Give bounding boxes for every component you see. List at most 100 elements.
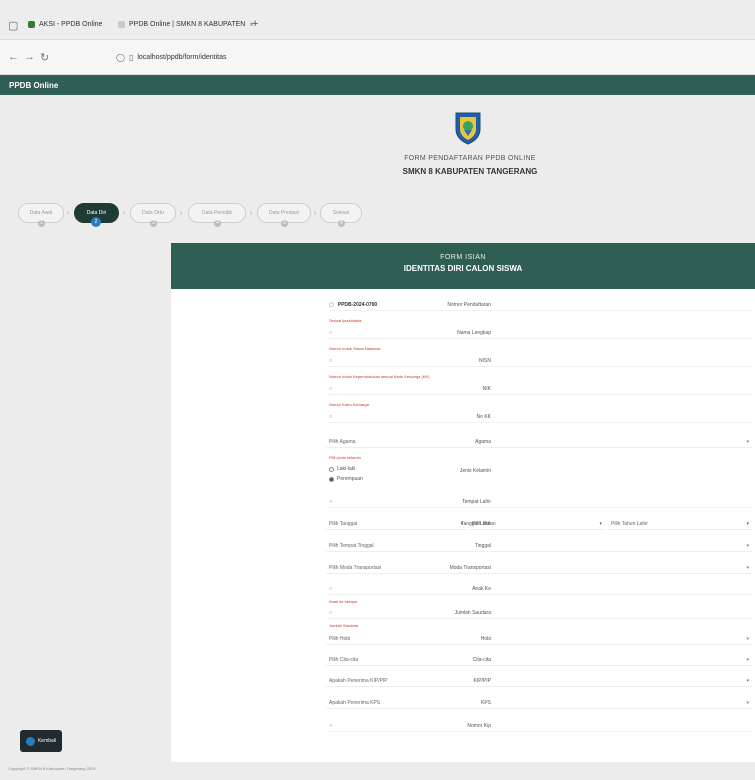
step-number: 3 [150, 220, 157, 227]
field-hint: Nomor Kartu Keluarga [329, 402, 369, 407]
tanggal-select[interactable]: Pilih Tanggal ▾ [326, 518, 466, 530]
number-icon: ○ [329, 585, 333, 592]
row-transportasi: Moda Transportasi Pilih Moda Transportas… [171, 562, 755, 576]
no-kk-input[interactable]: ○ [326, 411, 752, 423]
step-label: Data Awal [29, 210, 53, 216]
chevron-down-icon: ▾ [746, 438, 749, 445]
radio-circle-icon [329, 466, 334, 472]
radio-label: Perempuan [337, 476, 363, 482]
radio-perempuan[interactable]: Perempuan [329, 476, 363, 482]
tinggal-select[interactable]: Pilih Tempat Tinggal ▾ [326, 540, 752, 552]
field-hint: Jumlah Saudara [329, 623, 359, 628]
chevron-down-icon: ▾ [746, 699, 749, 706]
nama-lengkap-input[interactable]: ○ [326, 327, 752, 339]
page-info-icon: ▯ [128, 53, 134, 62]
id-icon: ○ [329, 413, 333, 420]
row-kip-pip: KIP/PIP Apakah Penerima KIP/PIP ▾ [171, 675, 755, 689]
chevron-down-icon: ▾ [746, 564, 749, 571]
chevron-down-icon: ▾ [460, 520, 463, 527]
location-icon: ○ [329, 498, 333, 505]
field-hint: Nomor Induk Siswa Nasional [329, 346, 381, 351]
browser-tab-1[interactable]: AKSI - PPDB Online [28, 14, 102, 34]
select-value: Pilih Bulan [472, 520, 496, 527]
row-cita-cita: Cita-cita Pilih Cita-cita ▾ [171, 654, 755, 668]
agama-select[interactable]: Pilih Agama ▾ [326, 436, 752, 448]
form-card-header: FORM ISIAN IDENTITAS DIRI CALON SISWA [171, 243, 755, 289]
bulan-select[interactable]: Pilih Bulan ▾ [469, 518, 605, 530]
jumlah-saudara-input[interactable]: ○ [326, 607, 752, 619]
tempat-lahir-input[interactable]: ○ [326, 496, 752, 508]
kps-select[interactable]: Apakah Penerima KPS ▾ [326, 697, 752, 709]
anak-ke-input[interactable]: ○ [326, 583, 752, 595]
chevron-down-icon: ▾ [746, 542, 749, 549]
step-label: Data Periodik [201, 210, 232, 216]
row-tanggal-lahir: Tanggal Lahir Pilih Tanggal ▾ Pilih Bula… [171, 518, 755, 532]
back-circle-icon [25, 736, 35, 746]
cita-cita-select[interactable]: Pilih Cita-cita ▾ [326, 654, 752, 666]
nisn-input[interactable]: ○ [326, 355, 752, 367]
registration-number-field: ▢ PPDB-2024-0790 [326, 299, 752, 311]
kip-pip-select[interactable]: Apakah Penerima KIP/PIP ▾ [326, 675, 752, 687]
select-value: Apakah Penerima KIP/PIP [329, 677, 388, 684]
radio-laki-laki[interactable]: Laki-laki [329, 466, 355, 472]
step-label: Selesai [332, 210, 350, 216]
field-label: Jenis Kelamin [459, 468, 491, 474]
hobi-select[interactable]: Pilih Hobi ▾ [326, 633, 752, 645]
row-jenis-kelamin: Jenis Kelamin [171, 465, 755, 479]
id-icon: ○ [329, 357, 333, 364]
url-text: localhost/ppdb/form/identitas [137, 54, 227, 61]
row-tinggal: Tinggal Pilih Tempat Tinggal ▾ [171, 540, 755, 554]
radio-label: Laki-laki [337, 466, 356, 472]
shield-icon: ◯ [116, 53, 125, 62]
reload-icon[interactable]: ↻ [40, 51, 49, 64]
school-name: SMKN 8 KABUPATEN TANGERANG [402, 167, 538, 176]
form-card-title: IDENTITAS DIRI CALON SISWA [403, 264, 523, 273]
app-title: PPDB Online [9, 81, 59, 90]
registration-number-value: PPDB-2024-0790 [337, 301, 378, 308]
tab-label: PPDB Online | SMKN 8 KABUPATEN [129, 20, 246, 28]
chevron-down-icon: ▾ [599, 520, 602, 527]
forward-arrow-icon[interactable]: → [24, 51, 35, 63]
step-number: 6 [338, 220, 345, 227]
school-logo-icon [455, 112, 481, 145]
transportasi-select[interactable]: Pilih Moda Transportasi ▾ [326, 562, 752, 574]
tab-label: AKSI - PPDB Online [39, 20, 103, 28]
identity-form-card: FORM ISIAN IDENTITAS DIRI CALON SISWA No… [171, 243, 755, 762]
new-tab-icon[interactable]: + [252, 18, 258, 30]
favicon-icon [118, 20, 125, 28]
browser-tab-2[interactable]: PPDB Online | SMKN 8 KABUPATEN × [118, 14, 254, 34]
row-nama: Nama Lengkap ○ [171, 327, 755, 341]
id-icon: ○ [329, 722, 333, 729]
nik-input[interactable]: ○ [326, 383, 752, 395]
nomor-kip-input[interactable]: ○ [326, 720, 752, 732]
back-button[interactable]: Kembali [20, 730, 62, 752]
form-card-subtitle: FORM ISIAN [440, 254, 486, 261]
row-nisn: NISN ○ [171, 355, 755, 369]
tahun-select[interactable]: Pilih Tahun Lahir ▾ [608, 518, 752, 530]
field-hint: Anak ke berapa [329, 599, 358, 604]
select-value: Pilih Tempat Tinggal [329, 542, 374, 549]
copy-icon: ▢ [329, 301, 334, 308]
row-nik: NIK ○ [171, 383, 755, 397]
chevron-down-icon: ▾ [746, 520, 749, 527]
select-value: Pilih Cita-cita [329, 656, 359, 663]
person-icon: ○ [329, 329, 333, 336]
page-content: FORM PENDAFTARAN PPDB ONLINE SMKN 8 KABU… [0, 95, 755, 780]
page-icon[interactable]: ▢ [8, 19, 18, 32]
step-number: 1 [38, 220, 45, 227]
back-arrow-icon[interactable]: ← [8, 51, 19, 63]
chevron-down-icon: ▾ [746, 635, 749, 642]
step-label: Data Prestasi [268, 210, 299, 216]
row-hobi: Hobi Pilih Hobi ▾ [171, 633, 755, 647]
step-separator: › [123, 210, 126, 217]
select-value: Pilih Agama [329, 438, 356, 445]
favicon-icon [28, 20, 35, 28]
row-jumlah-saudara: Jumlah Saudara ○ [171, 607, 755, 621]
step-label: Data Diri [86, 210, 107, 216]
browser-tab-bar: ▢ AKSI - PPDB Online PPDB Online | SMKN … [0, 0, 755, 40]
copyright-text: Copyright © SMKN 8 Kabupaten Tangerang 2… [8, 766, 96, 771]
url-bar[interactable]: ◯ ▯ localhost/ppdb/form/identitas [116, 49, 746, 66]
row-tempat-lahir: Tempat Lahir ○ [171, 496, 755, 510]
select-value: Apakah Penerima KPS [329, 699, 381, 706]
field-hint: Pilih jenis kelamin [329, 455, 361, 460]
